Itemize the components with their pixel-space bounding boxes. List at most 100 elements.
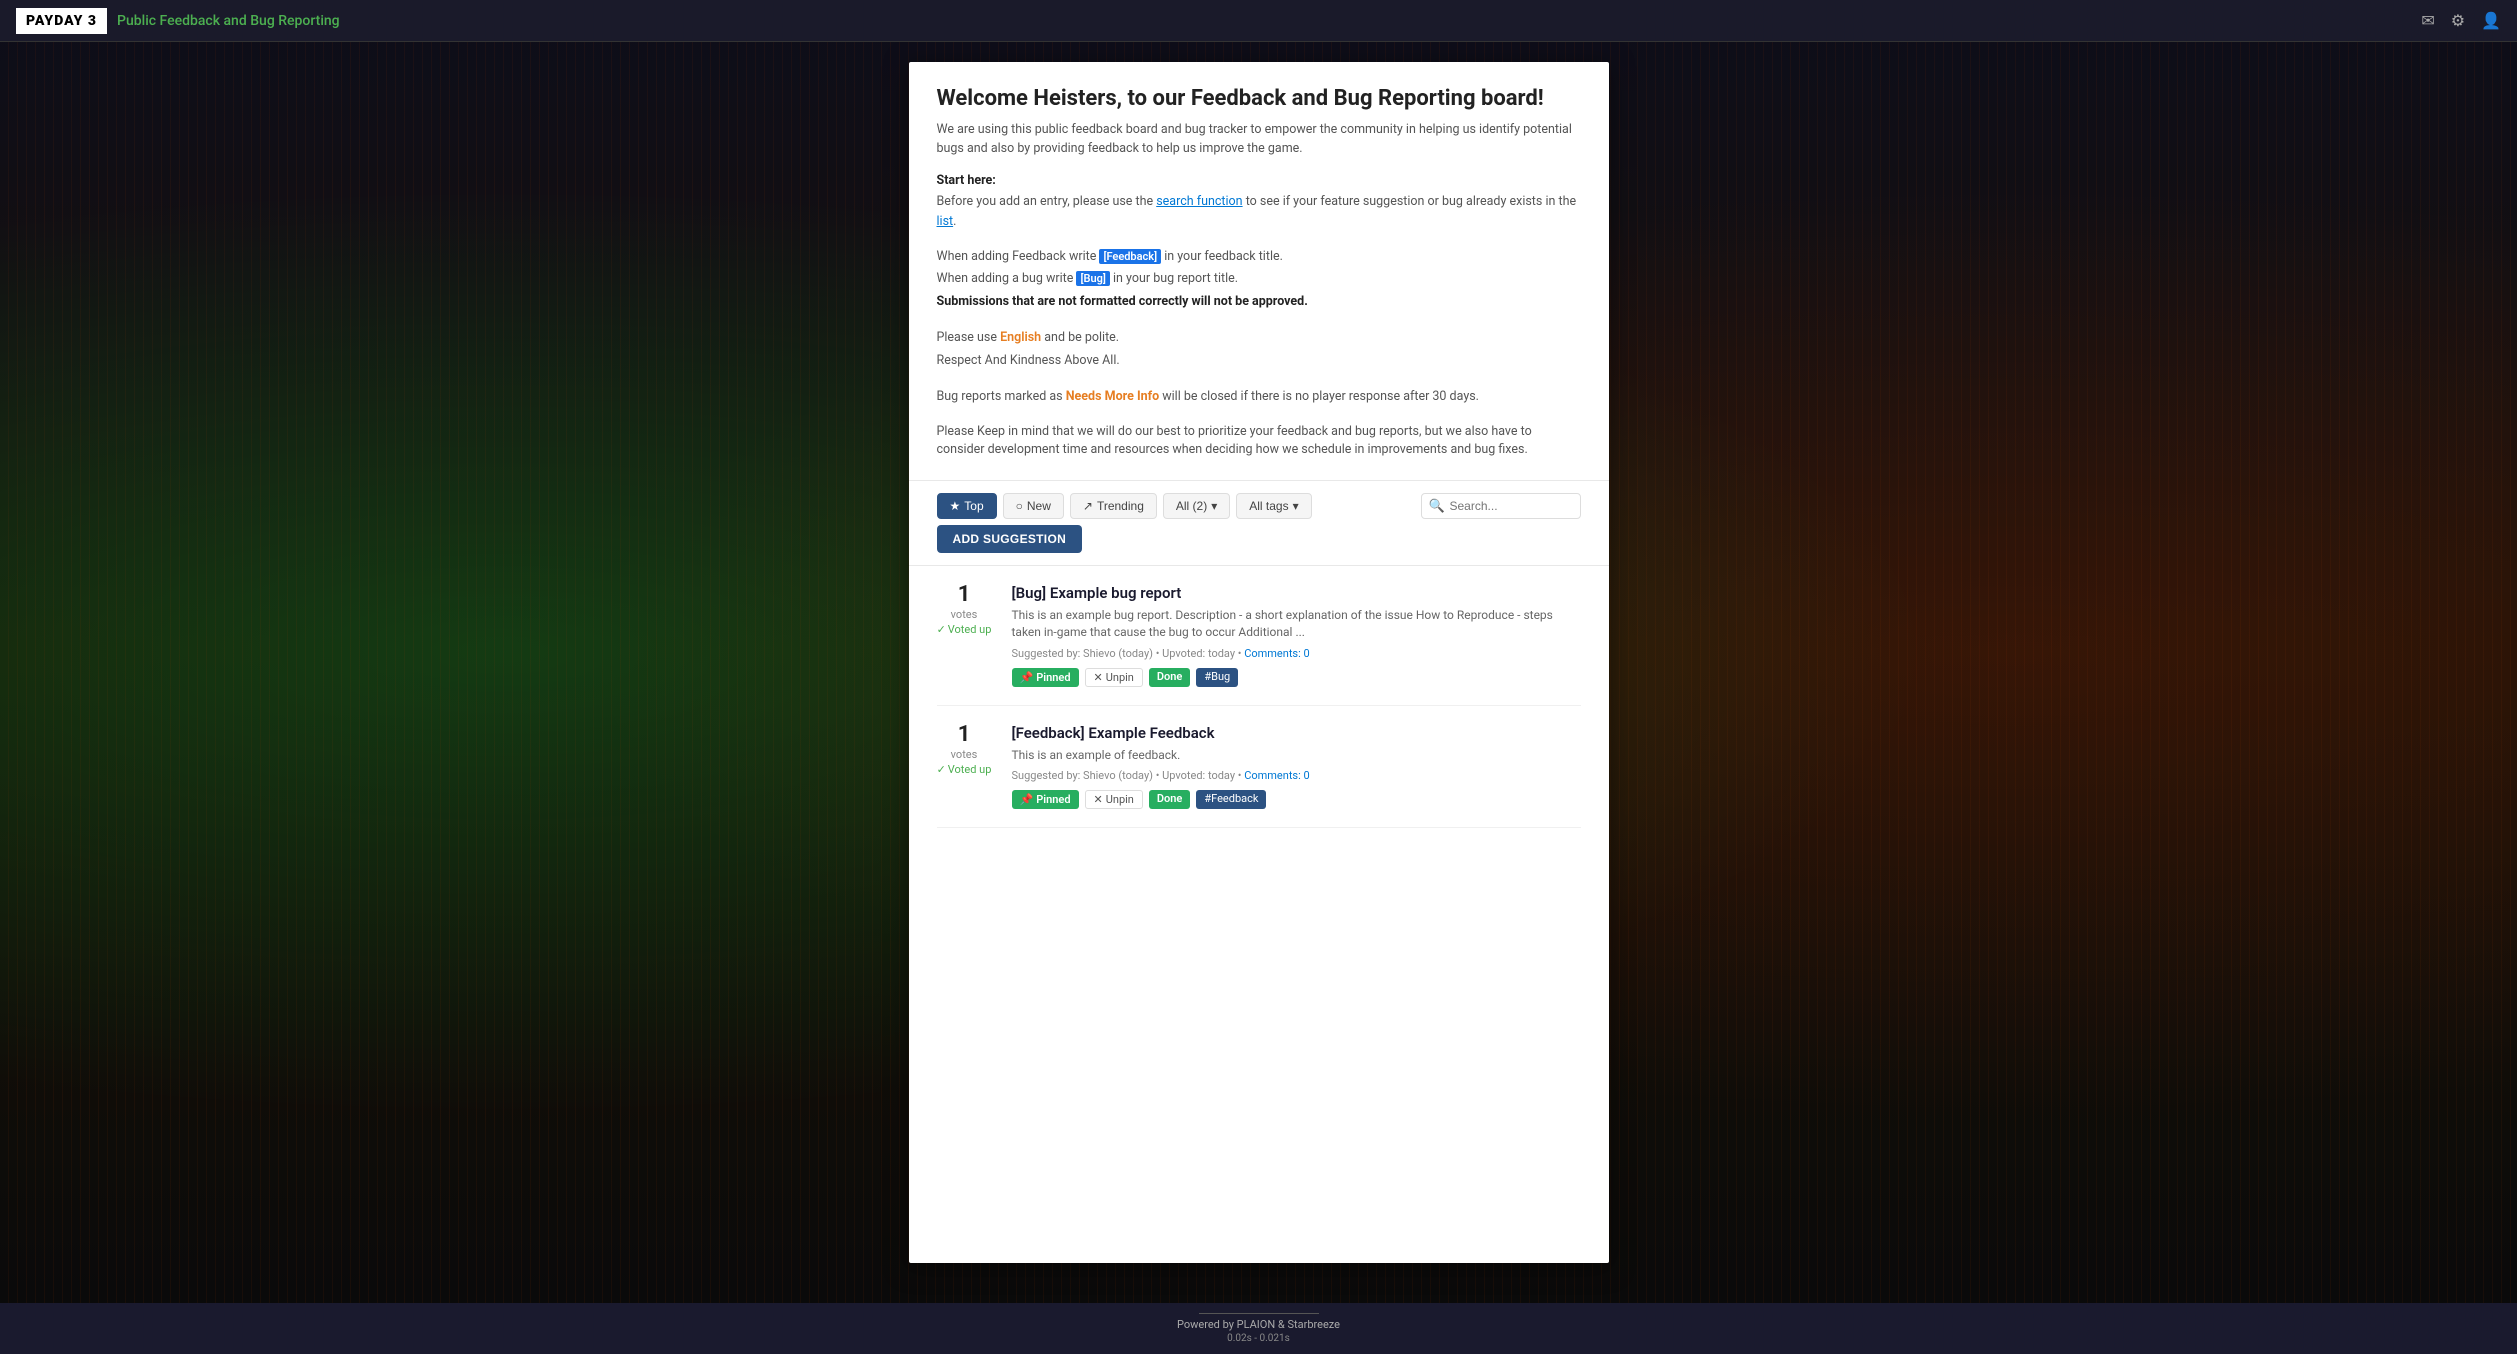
needs-more-info-prefix: Bug reports marked as [937,389,1063,404]
gear-icon[interactable]: ⚙ [2451,11,2465,30]
format-rules: When adding Feedback write [Feedback] in… [937,246,1581,314]
navbar-icons: ✉ ⚙ 👤 [2421,11,2501,30]
filter-all-label: All (2) [1176,499,1207,513]
star-icon: ★ [950,499,961,513]
post-tags-1: 📌 Pinned ✕ Unpin Done #Bug [1012,668,1581,687]
x-icon-2: ✕ [1094,793,1103,806]
start-here-desc: Before you add an entry, please use the … [937,192,1581,232]
tag-feedback-2: #Feedback [1196,790,1266,809]
voted-up-1: ✓ Voted up [937,623,992,636]
unpin-label-1: Unpin [1106,671,1134,684]
post-meta-text-1: Suggested by: Shievo (today) • Upvoted: … [1012,647,1242,660]
page-wrapper: Welcome Heisters, to our Feedback and Bu… [0,42,2517,1303]
format-rule-3: Submissions that are not formatted corre… [937,291,1581,314]
filters-bar: ★ Top ○ New ↗ Trending All (2) ▾ All tag… [909,481,1609,566]
feedback-tag-inline: [Feedback] [1099,249,1161,264]
footer-timing: 0.02s - 0.021s [10,1333,2507,1344]
vote-count-2: 1 [958,724,971,746]
filter-new-label: New [1027,499,1051,513]
navbar-title: Public Feedback and Bug Reporting [117,13,340,29]
pin-icon-2: 📌 [1020,793,1034,806]
tag-bug-1: #Bug [1196,668,1238,687]
x-icon-1: ✕ [1094,671,1103,684]
needs-more-info-note: Bug reports marked as Needs More Info wi… [937,386,1581,409]
english-highlight: English [1000,330,1041,345]
tag-done-1: Done [1149,668,1190,687]
welcome-section: Welcome Heisters, to our Feedback and Bu… [909,62,1609,481]
list-link[interactable]: list [937,214,954,229]
posts-list: 1 votes ✓ Voted up [Bug] Example bug rep… [909,566,1609,828]
search-function-link[interactable]: search function [1156,194,1242,209]
footer-powered-by: Powered by PLAION & Starbreeze [1177,1318,1340,1331]
chevron-down-icon-2: ▾ [1293,499,1299,513]
footer-bar [1199,1313,1319,1314]
filter-all-tags-label: All tags [1249,499,1288,513]
main-content: Welcome Heisters, to our Feedback and Bu… [909,62,1609,1263]
pinned-label-1: Pinned [1036,671,1070,684]
filter-all-button[interactable]: All (2) ▾ [1163,493,1230,519]
vote-label-2: votes [951,748,978,761]
needs-more-info-suffix: will be closed if there is no player res… [1162,389,1479,404]
needs-more-info-label: Needs More Info [1066,389,1159,404]
post-body-2: [Feedback] Example Feedback This is an e… [1012,724,1581,810]
checkmark-icon-2: ✓ [937,763,946,776]
add-suggestion-button[interactable]: ADD SUGGESTION [937,525,1083,553]
polite-note: Please use English and be polite. Respec… [937,327,1581,372]
voted-up-2: ✓ Voted up [937,763,992,776]
voted-up-label-2: Voted up [948,763,992,776]
post-title-1[interactable]: [Bug] Example bug report [1012,584,1581,602]
vote-box-2: 1 votes ✓ Voted up [937,724,992,776]
checkmark-icon-1: ✓ [937,623,946,636]
page-footer: Powered by PLAION & Starbreeze 0.02s - 0… [0,1303,2517,1354]
mail-icon[interactable]: ✉ [2421,11,2434,30]
closing-note: Please Keep in mind that we will do our … [937,423,1581,461]
bug-tag-inline: [Bug] [1076,271,1109,286]
post-body-1: [Bug] Example bug report This is an exam… [1012,584,1581,687]
pinned-label-2: Pinned [1036,793,1070,806]
post-tags-2: 📌 Pinned ✕ Unpin Done #Feedback [1012,790,1581,809]
post-title-2[interactable]: [Feedback] Example Feedback [1012,724,1581,742]
filter-top-label: Top [964,499,983,513]
navbar-logo: PAYDAY 3 Public Feedback and Bug Reporti… [16,8,340,34]
post-meta-1: Suggested by: Shievo (today) • Upvoted: … [1012,647,1581,660]
filter-all-tags-button[interactable]: All tags ▾ [1236,493,1311,519]
circle-icon: ○ [1016,499,1023,513]
format-rule-bold: Submissions that are not formatted corre… [937,294,1308,309]
post-meta-2: Suggested by: Shievo (today) • Upvoted: … [1012,769,1581,782]
search-wrap: 🔍 [1421,493,1581,519]
tag-done-2: Done [1149,790,1190,809]
logo-text: PAYDAY 3 [16,8,107,34]
pin-icon-1: 📌 [1020,671,1034,684]
table-row: 1 votes ✓ Voted up [Bug] Example bug rep… [937,566,1581,706]
filter-new-button[interactable]: ○ New [1003,493,1064,519]
format-rule-1: When adding Feedback write [Feedback] in… [937,246,1581,269]
format-rule-2: When adding a bug write [Bug] in your bu… [937,268,1581,291]
search-icon: 🔍 [1429,499,1445,514]
start-here-label: Start here: [937,173,1581,188]
comments-link-1[interactable]: Comments: 0 [1244,647,1309,660]
welcome-title: Welcome Heisters, to our Feedback and Bu… [937,86,1581,111]
unpin-label-2: Unpin [1106,793,1134,806]
welcome-description: We are using this public feedback board … [937,121,1581,159]
polite-rule-1: Please use English and be polite. [937,327,1581,350]
comments-link-2[interactable]: Comments: 0 [1244,769,1309,782]
chevron-down-icon: ▾ [1211,499,1217,513]
filter-trending-button[interactable]: ↗ Trending [1070,493,1157,519]
trending-icon: ↗ [1083,499,1093,513]
table-row: 1 votes ✓ Voted up [Feedback] Example Fe… [937,706,1581,829]
post-meta-text-2: Suggested by: Shievo (today) • Upvoted: … [1012,769,1242,782]
polite-rule-2: Respect And Kindness Above All. [937,350,1581,373]
tag-pinned-2: 📌 Pinned [1012,790,1079,809]
filter-top-button[interactable]: ★ Top [937,493,997,519]
tag-pinned-1: 📌 Pinned [1012,668,1079,687]
vote-box-1: 1 votes ✓ Voted up [937,584,992,636]
filter-trending-label: Trending [1097,499,1144,513]
navbar: PAYDAY 3 Public Feedback and Bug Reporti… [0,0,2517,42]
voted-up-label-1: Voted up [948,623,992,636]
tag-unpin-2[interactable]: ✕ Unpin [1085,790,1143,809]
tag-unpin-1[interactable]: ✕ Unpin [1085,668,1143,687]
vote-label-1: votes [951,608,978,621]
vote-count-1: 1 [958,584,971,606]
post-excerpt-2: This is an example of feedback. [1012,747,1581,764]
user-icon[interactable]: 👤 [2481,11,2501,30]
